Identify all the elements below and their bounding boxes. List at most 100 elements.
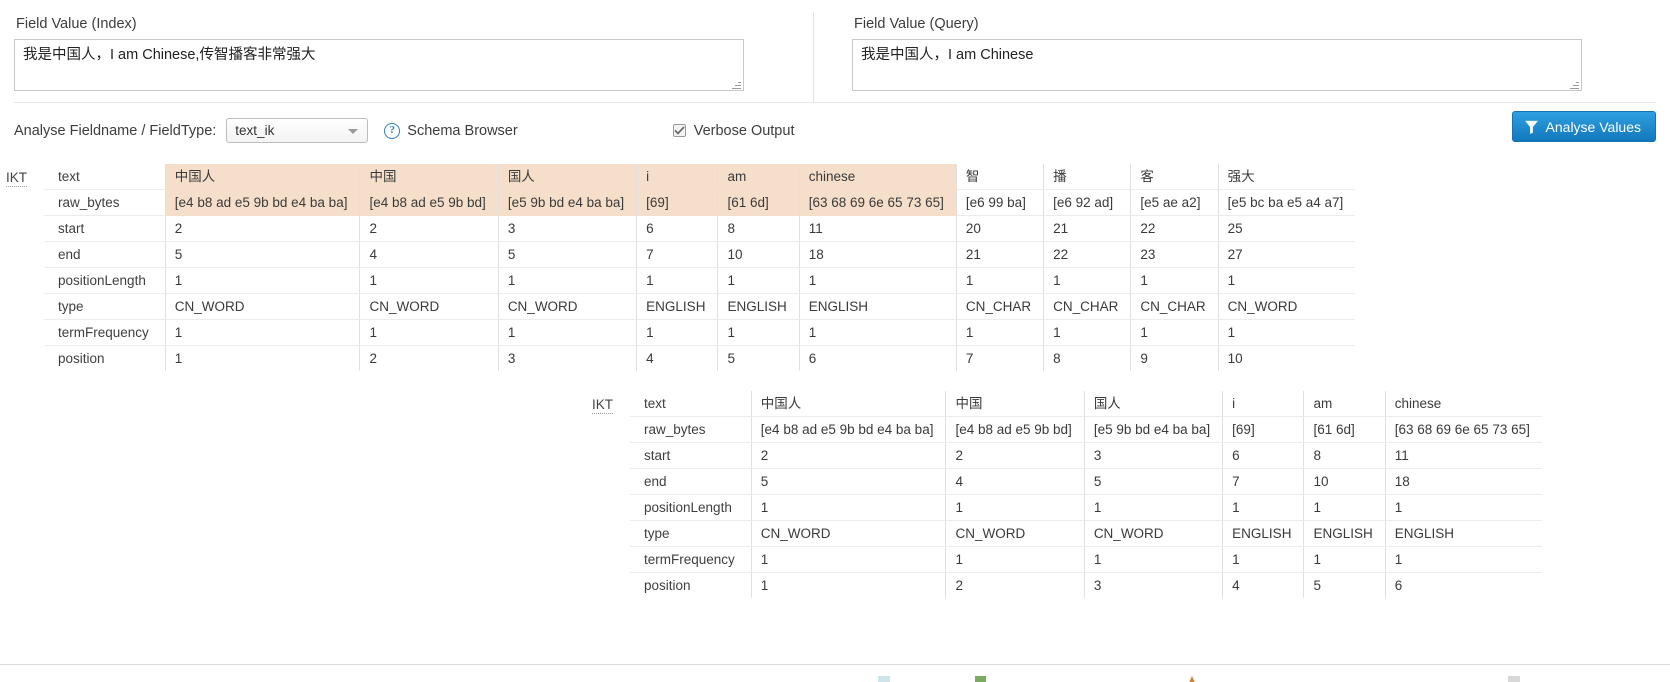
token-6-start: 11 [1385,443,1542,469]
verbose-output-checkbox[interactable] [673,124,686,137]
analyse-values-button[interactable]: Analyse Values [1512,111,1656,142]
token-9-positionLength: 1 [1131,268,1218,294]
token-10-position: 10 [1218,346,1355,372]
token-5-text: am [1304,391,1385,417]
table-row: position12345678910 [0,346,1355,372]
analyse-values-button-label: Analyse Values [1546,119,1641,135]
token-1-raw_bytes: [e4 b8 ad e5 9b bd e4 ba ba] [751,417,946,443]
token-6-termFrequency: 1 [1385,547,1542,573]
token-6-raw_bytes: [63 68 69 6e 65 73 65] [799,190,956,216]
token-9-raw_bytes: [e5 ae a2] [1131,190,1218,216]
token-5-end: 10 [1304,469,1385,495]
token-4-end: 7 [637,242,718,268]
token-4-termFrequency: 1 [637,320,718,346]
token-4-start: 6 [637,216,718,242]
token-2-end: 4 [360,242,498,268]
token-3-termFrequency: 1 [1084,547,1222,573]
index-field-textarea[interactable] [14,39,744,91]
token-10-end: 27 [1218,242,1355,268]
index-field-label: Field Value (Index) [16,16,783,32]
help-question-icon[interactable]: ? [384,123,400,139]
row-label-termFrequency: termFrequency [44,320,165,346]
table-row: IKTtext中国人中国国人iamchinese智播客强大 [0,164,1355,190]
row-label-positionLength: positionLength [44,268,165,294]
token-9-position: 9 [1131,346,1218,372]
token-6-positionLength: 1 [1385,495,1542,521]
token-10-start: 25 [1218,216,1355,242]
token-6-start: 11 [799,216,956,242]
token-5-positionLength: 1 [1304,495,1385,521]
token-2-termFrequency: 1 [360,320,498,346]
token-7-end: 21 [956,242,1043,268]
token-7-type: CN_CHAR [956,294,1043,320]
row-label-raw_bytes: raw_bytes [630,417,751,443]
token-8-end: 22 [1044,242,1131,268]
token-8-positionLength: 1 [1044,268,1131,294]
token-1-text: 中国人 [165,164,360,190]
token-2-position: 2 [946,573,1084,599]
index-analysis-section: IKTtext中国人中国国人iamchinese智播客强大raw_bytes[e… [0,158,1670,371]
token-6-text: chinese [799,164,956,190]
token-8-type: CN_CHAR [1044,294,1131,320]
token-4-type: ENGLISH [1223,521,1304,547]
token-6-type: ENGLISH [1385,521,1542,547]
query-field-label: Field Value (Query) [854,16,1604,32]
token-3-end: 5 [498,242,636,268]
row-label-end: end [44,242,165,268]
token-2-text: 中国 [360,164,498,190]
token-3-start: 3 [498,216,636,242]
row-label-end: end [630,469,751,495]
token-9-start: 22 [1131,216,1218,242]
token-5-termFrequency: 1 [718,320,799,346]
token-2-position: 2 [360,346,498,372]
analysis-controls: Analyse Fieldname / FieldType: text_ik ?… [14,102,1656,158]
token-1-type: CN_WORD [165,294,360,320]
token-6-end: 18 [1385,469,1542,495]
token-3-positionLength: 1 [498,268,636,294]
row-label-positionLength: positionLength [630,495,751,521]
token-7-text: 智 [956,164,1043,190]
table-row: typeCN_WORDCN_WORDCN_WORDENGLISHENGLISHE… [586,521,1542,547]
token-2-text: 中国 [946,391,1084,417]
token-8-raw_bytes: [e6 92 ad] [1044,190,1131,216]
token-5-type: ENGLISH [1304,521,1385,547]
token-1-raw_bytes: [e4 b8 ad e5 9b bd e4 ba ba] [165,190,360,216]
token-2-type: CN_WORD [946,521,1084,547]
token-9-end: 23 [1131,242,1218,268]
table-row: termFrequency111111 [586,547,1542,573]
analyzer-abbrev: IKT [592,397,613,414]
analyse-fieldname-label: Analyse Fieldname / FieldType: [14,123,216,139]
footer-divider [0,664,1670,665]
row-label-start: start [44,216,165,242]
token-3-start: 3 [1084,443,1222,469]
chevron-down-icon [348,129,358,134]
token-1-termFrequency: 1 [165,320,360,346]
token-10-type: CN_WORD [1218,294,1355,320]
token-8-start: 21 [1044,216,1131,242]
footer-icon-strip [0,672,1670,682]
token-1-position: 1 [751,573,946,599]
query-field-textarea[interactable] [852,39,1582,91]
token-5-start: 8 [1304,443,1385,469]
token-9-type: CN_CHAR [1131,294,1218,320]
verbose-output-toggle[interactable]: Verbose Output [673,123,795,139]
token-4-text: i [637,164,718,190]
analyzer-abbrev: IKT [6,170,27,187]
token-2-raw_bytes: [e4 b8 ad e5 9b bd] [360,190,498,216]
schema-browser-link[interactable]: Schema Browser [407,123,517,139]
fieldtype-select-value: text_ik [227,123,274,138]
token-1-end: 5 [751,469,946,495]
row-label-type: type [44,294,165,320]
verbose-output-label: Verbose Output [694,123,795,139]
token-6-positionLength: 1 [799,268,956,294]
token-2-raw_bytes: [e4 b8 ad e5 9b bd] [946,417,1084,443]
table-row: raw_bytes[e4 b8 ad e5 9b bd e4 ba ba][e4… [586,417,1542,443]
table-row: raw_bytes[e4 b8 ad e5 9b bd e4 ba ba][e4… [0,190,1355,216]
row-label-position: position [44,346,165,372]
token-1-positionLength: 1 [751,495,946,521]
token-6-termFrequency: 1 [799,320,956,346]
token-6-end: 18 [799,242,956,268]
token-3-termFrequency: 1 [498,320,636,346]
row-label-termFrequency: termFrequency [630,547,751,573]
fieldtype-select[interactable]: text_ik [226,118,368,143]
